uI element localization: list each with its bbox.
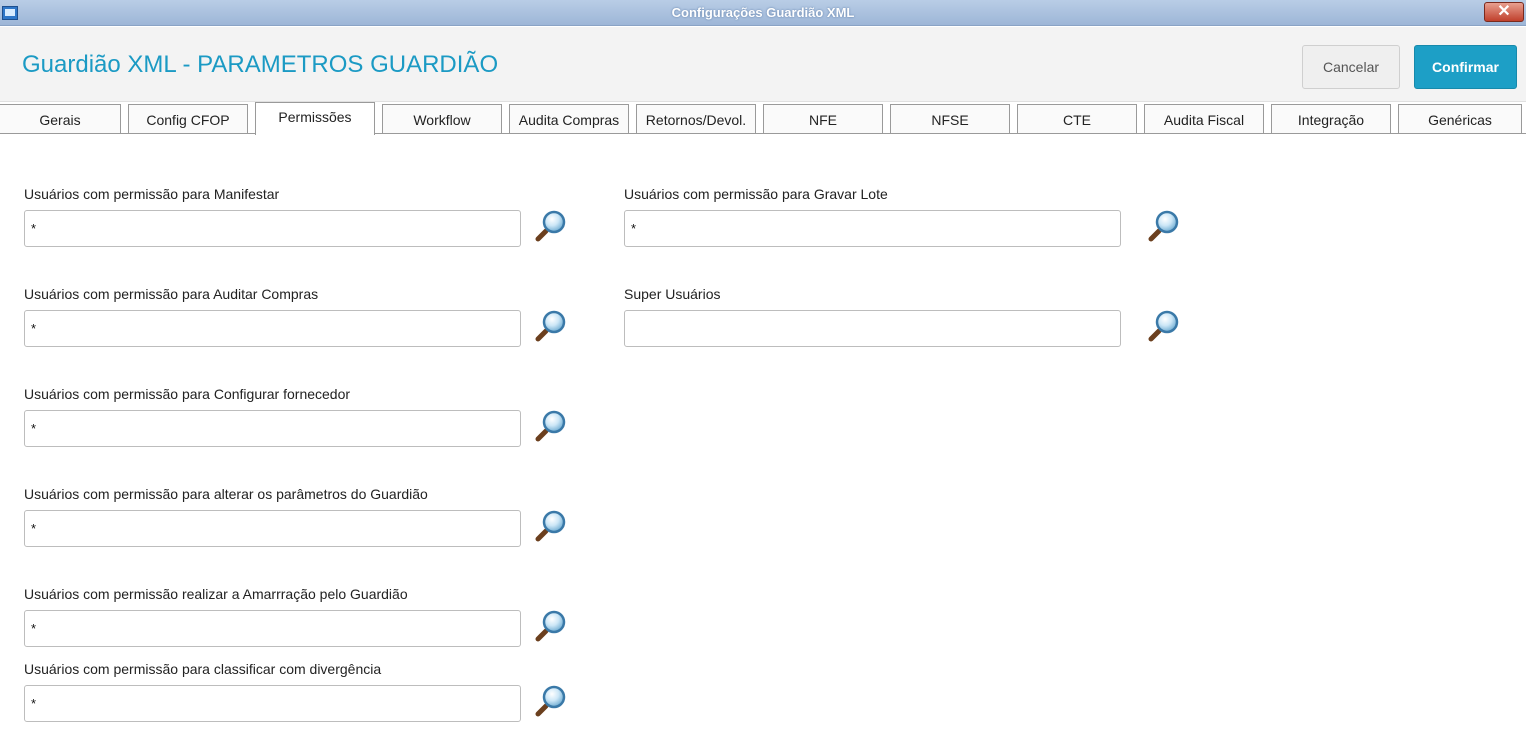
auditar-compras-input[interactable]: *: [24, 310, 521, 347]
magnifier-icon[interactable]: [1147, 309, 1181, 343]
magnifier-icon[interactable]: [1147, 209, 1181, 243]
page-header: Guardião XML - PARAMETROS GUARDIÃO Cance…: [0, 27, 1526, 102]
tab-genericas[interactable]: Genéricas: [1398, 104, 1522, 134]
confirm-button[interactable]: Confirmar: [1414, 45, 1517, 89]
magnifier-icon[interactable]: [534, 209, 568, 243]
tab-audita-fiscal[interactable]: Audita Fiscal: [1144, 104, 1264, 134]
amarracao-input[interactable]: *: [24, 610, 521, 647]
cancel-button[interactable]: Cancelar: [1302, 45, 1400, 89]
window-title: Configurações Guardião XML: [671, 5, 855, 20]
tab-audita-compras[interactable]: Audita Compras: [509, 104, 629, 134]
manifestar-label: Usuários com permissão para Manifestar: [24, 186, 280, 202]
magnifier-icon[interactable]: [534, 409, 568, 443]
magnifier-icon[interactable]: [534, 509, 568, 543]
tab-bar: Gerais Config CFOP Permissões Workflow A…: [0, 102, 1526, 135]
tab-config-cfop[interactable]: Config CFOP: [128, 104, 248, 134]
gravar-lote-input[interactable]: *: [624, 210, 1121, 247]
magnifier-icon[interactable]: [534, 684, 568, 718]
tab-workflow[interactable]: Workflow: [382, 104, 502, 134]
tab-nfe[interactable]: NFE: [763, 104, 883, 134]
tab-nfse[interactable]: NFSE: [890, 104, 1010, 134]
manifestar-input[interactable]: *: [24, 210, 521, 247]
tab-integracao[interactable]: Integração: [1271, 104, 1391, 134]
page-title: Guardião XML - PARAMETROS GUARDIÃO: [22, 51, 499, 78]
super-usuarios-label: Super Usuários: [624, 286, 721, 302]
alterar-parametros-label: Usuários com permissão para alterar os p…: [24, 486, 428, 502]
magnifier-icon[interactable]: [534, 609, 568, 643]
tab-cte[interactable]: CTE: [1017, 104, 1137, 134]
classificar-divergencia-label: Usuários com permissão para classificar …: [24, 661, 382, 677]
configurar-fornecedor-label: Usuários com permissão para Configurar f…: [24, 386, 351, 402]
gravar-lote-label: Usuários com permissão para Gravar Lote: [624, 186, 888, 202]
tab-permissoes[interactable]: Permissões: [255, 102, 375, 135]
super-usuarios-input[interactable]: [624, 310, 1121, 347]
configurar-fornecedor-input[interactable]: *: [24, 410, 521, 447]
amarracao-label: Usuários com permissão realizar a Amarrr…: [24, 586, 408, 602]
classificar-divergencia-input[interactable]: *: [24, 685, 521, 722]
window-titlebar: Configurações Guardião XML ✕: [0, 0, 1526, 26]
tab-retornos-devol[interactable]: Retornos/Devol.: [636, 104, 756, 134]
auditar-compras-label: Usuários com permissão para Auditar Comp…: [24, 286, 319, 302]
close-icon[interactable]: ✕: [1484, 2, 1524, 22]
alterar-parametros-input[interactable]: *: [24, 510, 521, 547]
tab-gerais[interactable]: Gerais: [0, 104, 121, 134]
magnifier-icon[interactable]: [534, 309, 568, 343]
